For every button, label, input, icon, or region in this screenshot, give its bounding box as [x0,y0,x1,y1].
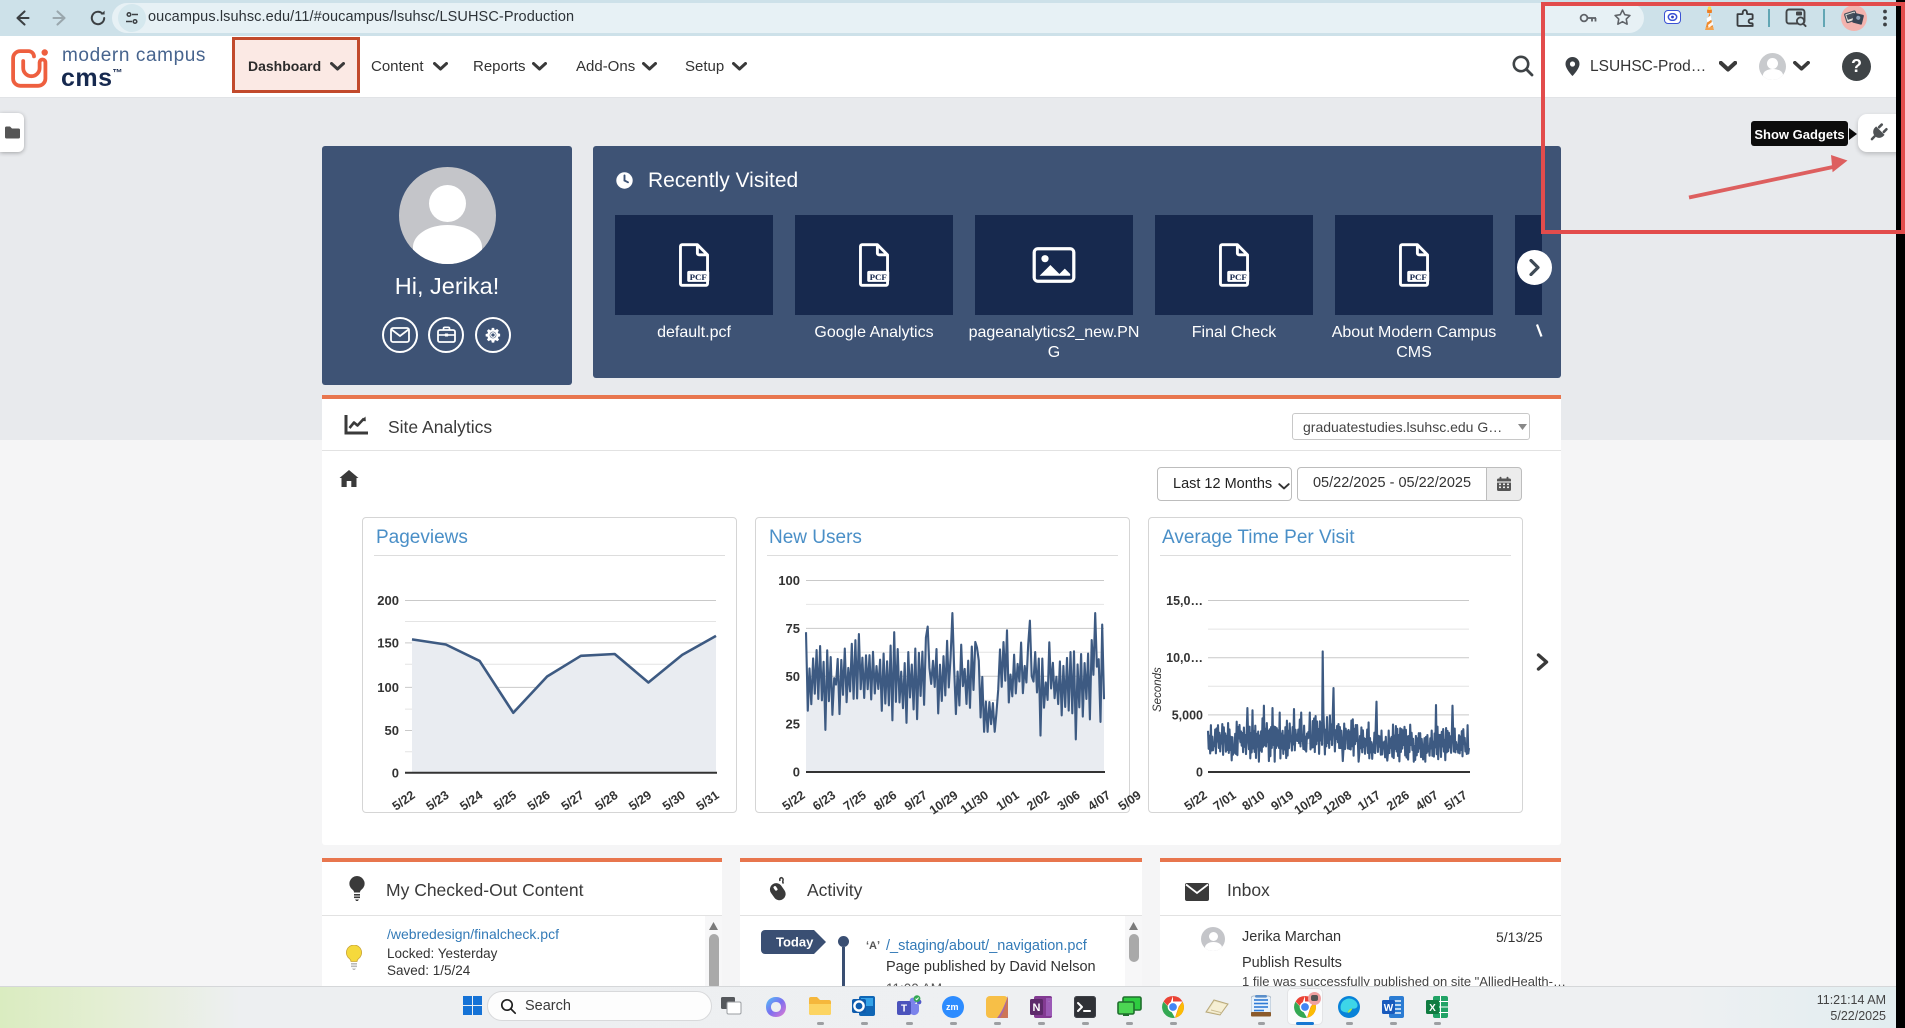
svg-text:5/22: 5/22 [780,788,808,813]
svg-text:6/23: 6/23 [810,788,838,813]
svg-text:0: 0 [1196,766,1203,780]
svg-text:5/28: 5/28 [592,788,620,813]
svg-text:7/01: 7/01 [1211,788,1239,813]
svg-text:PCF: PCF [690,272,707,282]
svg-text:9/27: 9/27 [902,788,930,813]
svg-text:2/26: 2/26 [1384,788,1412,813]
svg-text:25: 25 [786,717,800,732]
svg-text:PCF: PCF [870,272,887,282]
svg-text:0: 0 [793,765,800,780]
svg-text:50: 50 [385,723,399,738]
svg-text:2/02: 2/02 [1024,788,1052,813]
svg-text:10/29: 10/29 [1292,788,1326,817]
svg-text:8/10: 8/10 [1240,788,1268,813]
svg-text:200: 200 [377,593,399,608]
svg-text:5/23: 5/23 [424,788,452,813]
svg-text:5/22: 5/22 [390,788,418,813]
svg-text:PCF: PCF [1230,272,1247,282]
svg-text:T: T [901,1004,907,1015]
svg-text:150: 150 [377,635,399,650]
svg-text:4/07: 4/07 [1413,788,1441,813]
svg-text:9/19: 9/19 [1268,788,1296,813]
svg-text:N: N [1033,1002,1041,1014]
svg-text:1/01: 1/01 [994,788,1022,813]
svg-text:X: X [1429,1003,1436,1014]
svg-text:7/25: 7/25 [841,788,869,813]
svg-text:5/27: 5/27 [559,788,587,813]
svg-text:0: 0 [392,766,399,781]
svg-text:12/08: 12/08 [1321,788,1355,817]
svg-text:10,0…: 10,0… [1166,651,1203,665]
svg-text:5/30: 5/30 [660,788,688,813]
svg-text:5/26: 5/26 [525,788,553,813]
svg-text:W: W [1384,1003,1394,1014]
svg-text:Seconds: Seconds [1152,667,1164,712]
svg-text:5/31: 5/31 [694,788,722,813]
svg-text:50: 50 [786,669,800,684]
svg-text:11/30: 11/30 [958,788,991,817]
svg-text:75: 75 [786,621,800,636]
svg-text:PCF: PCF [1410,272,1427,282]
svg-text:5/22: 5/22 [1182,788,1210,813]
svg-text:1/17: 1/17 [1355,788,1383,813]
svg-text:5,000: 5,000 [1172,708,1203,722]
svg-text:5/29: 5/29 [626,788,654,813]
svg-text:10/29: 10/29 [927,788,961,817]
svg-text:100: 100 [377,680,399,695]
svg-text:15,0…: 15,0… [1166,594,1203,608]
svg-text:8/26: 8/26 [871,788,899,813]
svg-text:Today: Today [776,935,814,950]
svg-text:5/24: 5/24 [457,788,485,813]
svg-text:5/25: 5/25 [491,788,519,813]
svg-text:100: 100 [778,573,800,588]
svg-text:3/06: 3/06 [1055,788,1083,813]
svg-text:4/07: 4/07 [1085,788,1113,813]
svg-text:5/17: 5/17 [1442,788,1470,813]
